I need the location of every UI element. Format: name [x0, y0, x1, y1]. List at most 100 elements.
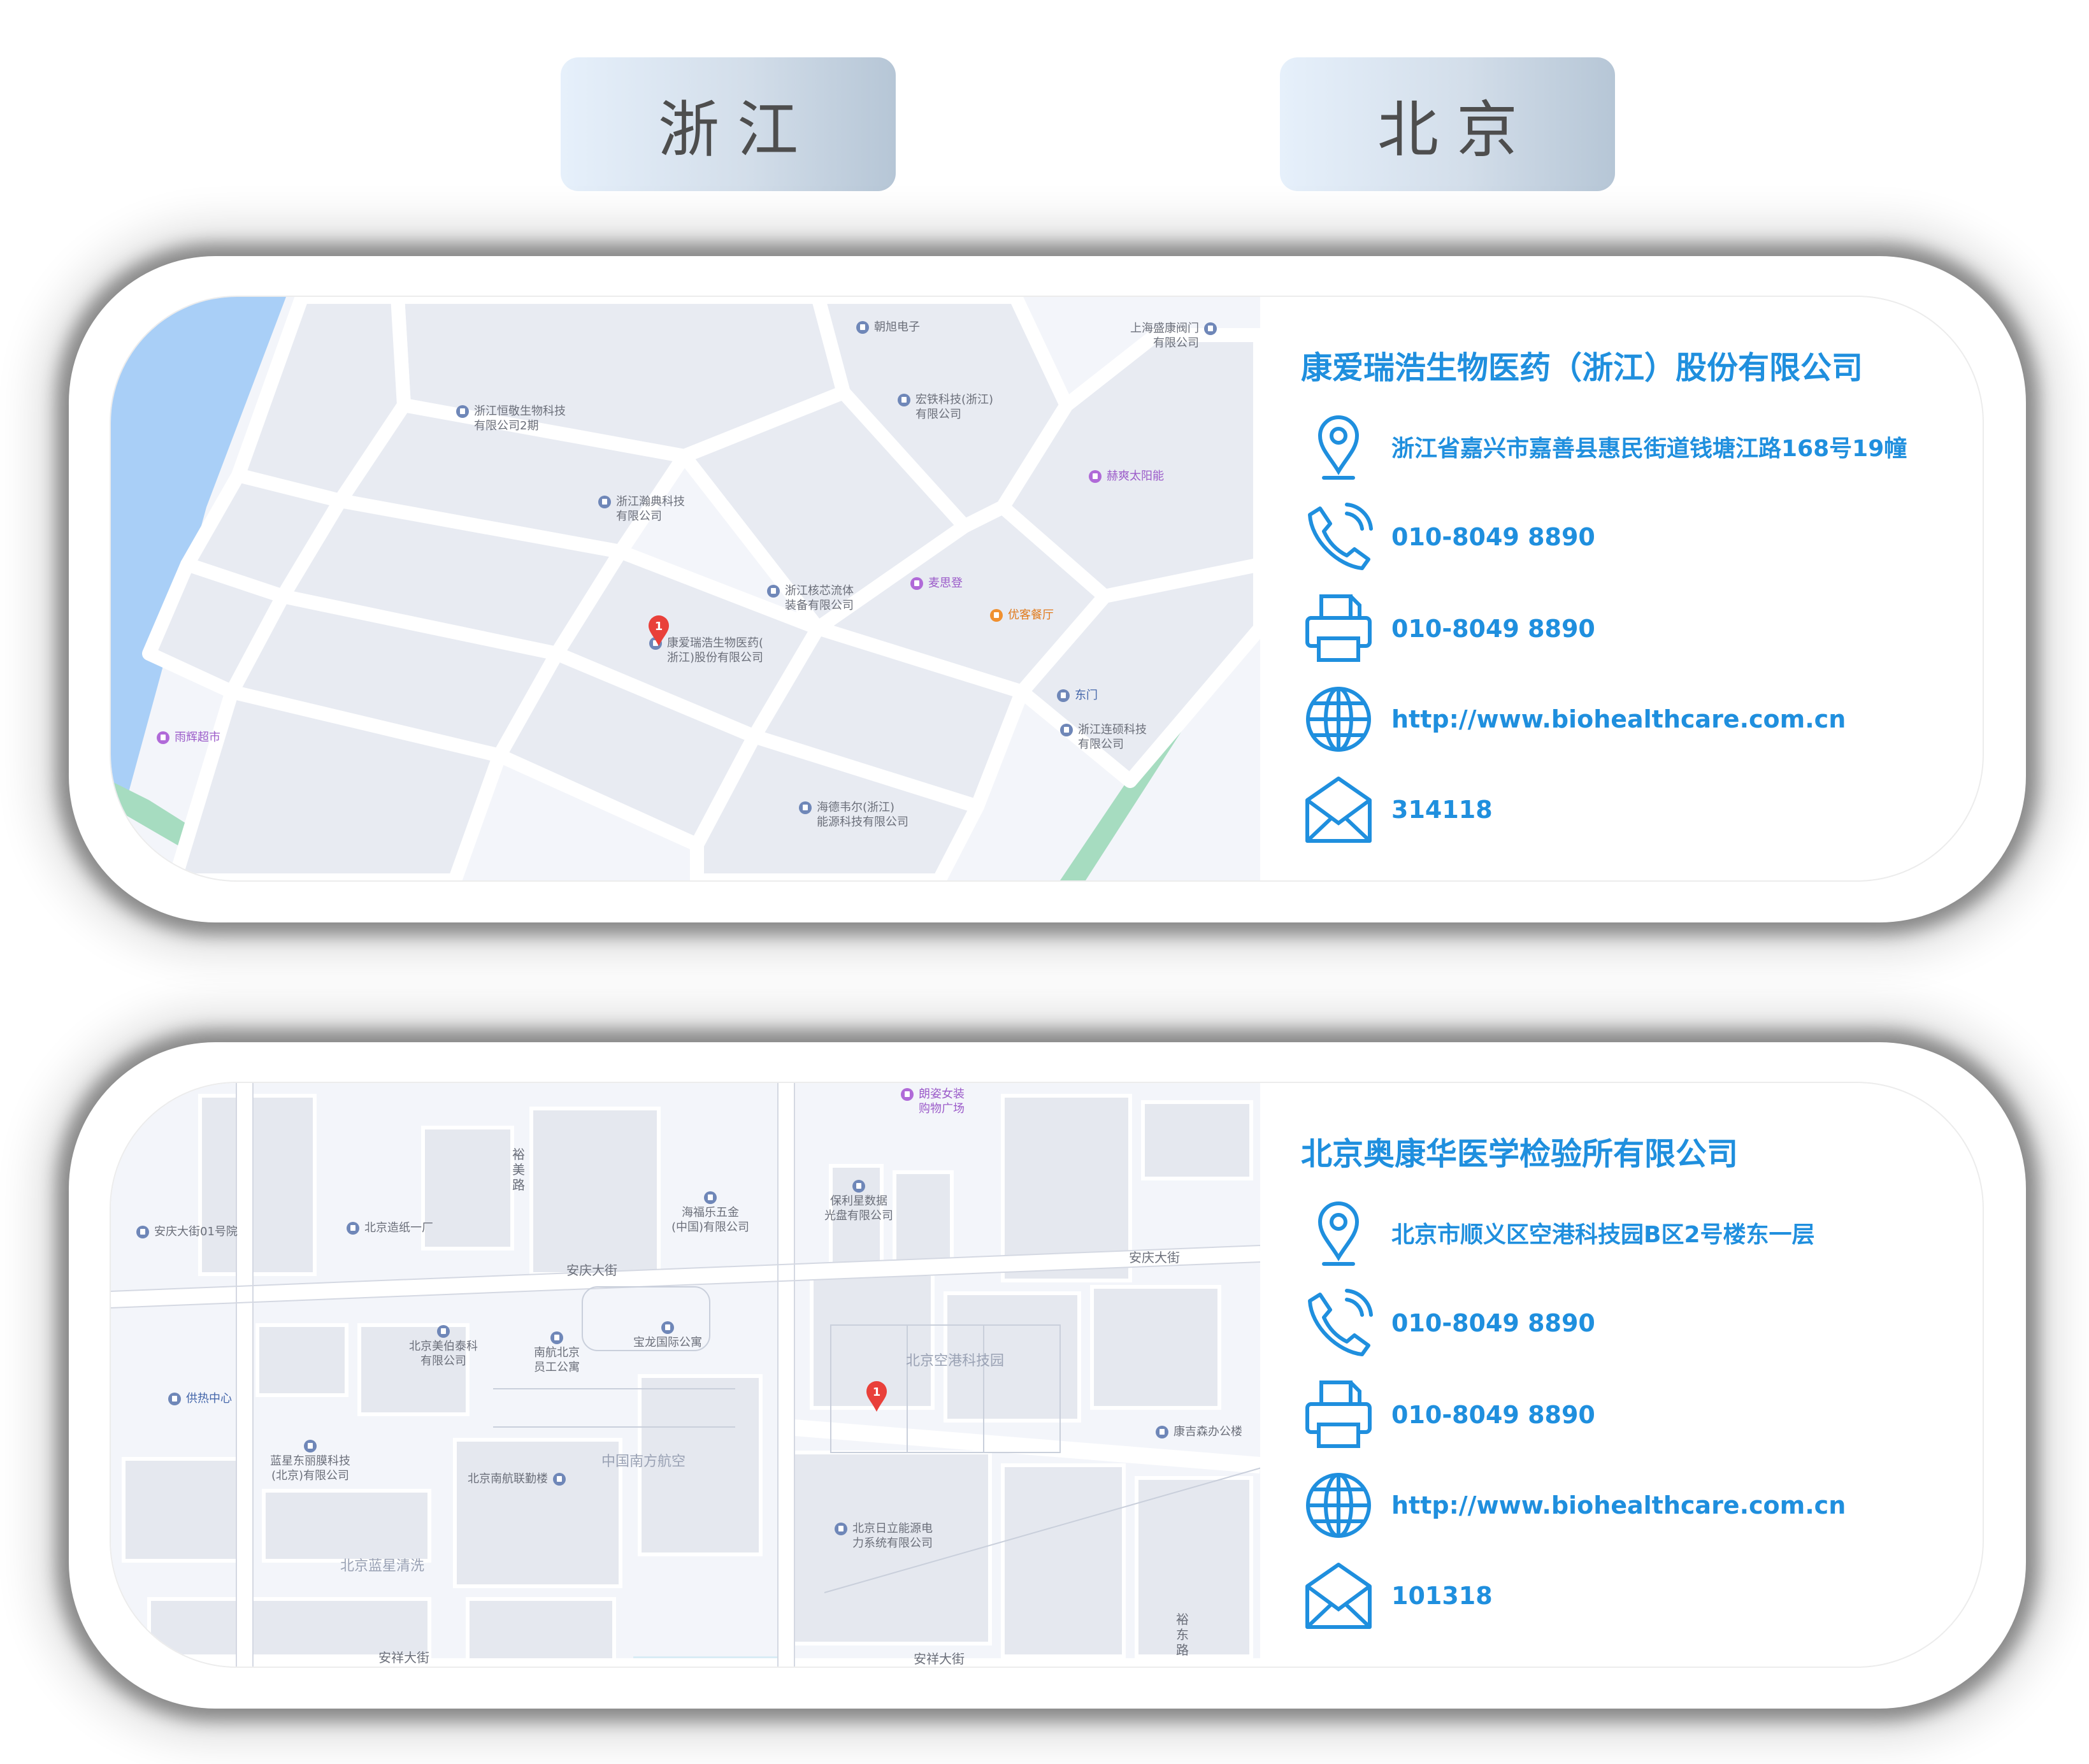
fax-printer-icon: [1305, 1380, 1372, 1448]
tab-label: 北京: [1377, 94, 1535, 166]
road-label: 安祥大街: [378, 1650, 429, 1665]
beijing-contact-info: 北京奥康华医学检验所有限公司 北京市顺义区空港科技园B区2号楼东一层 010-8…: [1260, 1083, 1983, 1667]
location-pin-icon: [1317, 1201, 1360, 1266]
poi-marker[interactable]: 浙江核芯流体 装备有限公司: [767, 584, 854, 613]
area-label: 中国南方航空: [601, 1454, 686, 1470]
tab-zhejiang[interactable]: 浙江: [561, 57, 896, 191]
phone-icon: [1308, 503, 1373, 570]
building-icon: [898, 394, 910, 406]
phone-text: 010-8049 8890: [1391, 1309, 1595, 1337]
postcode-text: 314118: [1391, 796, 1493, 824]
globe-icon: [1306, 687, 1371, 752]
website-link[interactable]: http://www.biohealthcare.com.cn: [1391, 705, 1846, 733]
fax-row: 010-8049 8890: [1301, 591, 1595, 666]
shop-icon: [901, 1088, 914, 1101]
building-icon: [852, 1180, 865, 1193]
poi-marker[interactable]: 安庆大街01号院: [136, 1224, 238, 1239]
building-icon: [799, 801, 812, 814]
poi-marker[interactable]: 朝旭电子: [856, 320, 920, 334]
poi-marker[interactable]: 麦思登: [910, 576, 963, 591]
poi-marker[interactable]: 康吉森办公楼: [1156, 1424, 1242, 1439]
fax-printer-icon: [1305, 594, 1372, 662]
website-row[interactable]: http://www.biohealthcare.com.cn: [1301, 682, 1846, 757]
envelope-icon: [1305, 777, 1372, 843]
poi-marker[interactable]: 北京南航联勤楼: [468, 1472, 566, 1486]
address-row: 北京市顺义区空港科技园B区2号楼东一层: [1301, 1195, 1815, 1270]
poi-marker[interactable]: 供热中心: [168, 1391, 232, 1406]
zhejiang-location-card: 朝旭电子 上海盛康阀门 有限公司 浙江恒敬生物科技 有限公司2期 宏铁科技(浙江…: [69, 256, 2026, 922]
address-row: 浙江省嘉兴市嘉善县惠民街道钱塘江路168号19幢: [1301, 409, 1907, 484]
website-row[interactable]: http://www.biohealthcare.com.cn: [1301, 1468, 1846, 1543]
building-icon: [767, 585, 780, 598]
building-icon: [1156, 1426, 1168, 1438]
poi-marker[interactable]: 东门: [1057, 688, 1098, 703]
beijing-map[interactable]: 朗姿女装 购物广场 保利星数据 光盘有限公司 海福乐五金 (中国)有限公司 安庆…: [111, 1083, 1260, 1667]
postcode-text: 101318: [1391, 1582, 1493, 1610]
poi-marker[interactable]: 上海盛康阀门 有限公司: [1130, 321, 1217, 350]
poi-marker[interactable]: 优客餐厅: [990, 608, 1054, 622]
poi-marker[interactable]: 南航北京 员工公寓: [534, 1330, 580, 1375]
building-icon: [553, 1473, 566, 1486]
building-icon: [437, 1325, 450, 1338]
zhejiang-map[interactable]: 朝旭电子 上海盛康阀门 有限公司 浙江恒敬生物科技 有限公司2期 宏铁科技(浙江…: [111, 297, 1260, 880]
zhejiang-map-canvas: [111, 297, 1260, 880]
company-name: 康爱瑞浩生物医药（浙江）股份有限公司: [1301, 350, 1863, 386]
website-link[interactable]: http://www.biohealthcare.com.cn: [1391, 1491, 1846, 1519]
road-label: 安庆大街: [1129, 1250, 1180, 1265]
building-icon: [304, 1440, 317, 1452]
poi-marker[interactable]: 浙江恒敬生物科技 有限公司2期: [456, 404, 566, 433]
heating-icon: [168, 1393, 181, 1405]
poi-marker[interactable]: 雨辉超市: [157, 730, 220, 745]
pin-number: 1: [655, 620, 663, 633]
postcode-row: 101318: [1301, 1558, 1493, 1633]
phone-row[interactable]: 010-8049 8890: [1301, 499, 1595, 575]
restaurant-icon: [990, 609, 1003, 622]
building-icon: [347, 1222, 359, 1235]
area-label: 北京空港科技园: [906, 1353, 1005, 1369]
card-inner-frame: 朝旭电子 上海盛康阀门 有限公司 浙江恒敬生物科技 有限公司2期 宏铁科技(浙江…: [110, 296, 1984, 882]
fax-row: 010-8049 8890: [1301, 1377, 1595, 1452]
poi-marker[interactable]: 海德韦尔(浙江) 能源科技有限公司: [799, 800, 908, 829]
poi-marker[interactable]: 赫爽太阳能: [1089, 469, 1164, 484]
address-text: 浙江省嘉兴市嘉善县惠民街道钱塘江路168号19幢: [1391, 436, 1907, 462]
company-name: 北京奥康华医学检验所有限公司: [1301, 1136, 1739, 1172]
phone-row[interactable]: 010-8049 8890: [1301, 1286, 1595, 1361]
poi-marker[interactable]: 蓝星东丽膜科技 (北京)有限公司: [270, 1438, 350, 1483]
building-icon: [835, 1523, 847, 1535]
poi-marker[interactable]: 北京美伯泰科 有限公司: [409, 1324, 478, 1368]
tab-beijing[interactable]: 北京: [1280, 57, 1615, 191]
poi-marker[interactable]: 浙江瀚典科技 有限公司: [598, 494, 685, 524]
poi-marker[interactable]: 宝龙国际公寓: [633, 1320, 702, 1350]
road-label: 安庆大街: [566, 1263, 617, 1278]
card-inner-frame: 朗姿女装 购物广场 保利星数据 光盘有限公司 海福乐五金 (中国)有限公司 安庆…: [110, 1082, 1984, 1668]
building-icon: [598, 496, 611, 508]
beijing-location-card: 朗姿女装 购物广场 保利星数据 光盘有限公司 海福乐五金 (中国)有限公司 安庆…: [69, 1042, 2026, 1709]
postcode-row: 314118: [1301, 772, 1493, 847]
road-label: 裕 东 路: [1176, 1612, 1189, 1658]
building-icon: [1060, 724, 1073, 736]
zhejiang-contact-info: 康爱瑞浩生物医药（浙江）股份有限公司 浙江省嘉兴市嘉善县惠民街道钱塘江路168号…: [1260, 297, 1983, 880]
road-label: 安祥大街: [914, 1651, 965, 1667]
poi-marker[interactable]: 海福乐五金 (中国)有限公司: [671, 1190, 749, 1235]
phone-text: 010-8049 8890: [1391, 523, 1595, 551]
road-label: 裕 美 路: [512, 1147, 525, 1193]
poi-marker[interactable]: 北京造纸一厂: [347, 1221, 433, 1235]
shop-icon: [910, 577, 923, 590]
poi-marker[interactable]: 保利星数据 光盘有限公司: [824, 1179, 893, 1223]
address-text: 北京市顺义区空港科技园B区2号楼东一层: [1391, 1222, 1815, 1248]
beijing-map-canvas: [111, 1083, 1260, 1667]
area-label: 北京蓝星清洗: [340, 1558, 425, 1574]
poi-marker[interactable]: 朗姿女装 购物广场: [901, 1087, 965, 1116]
building-icon: [550, 1331, 563, 1344]
fax-text: 010-8049 8890: [1391, 615, 1595, 643]
poi-marker[interactable]: 北京日立能源电 力系统有限公司: [835, 1521, 933, 1551]
poi-marker[interactable]: 宏铁科技(浙江) 有限公司: [898, 392, 993, 422]
building-icon: [704, 1191, 717, 1204]
fax-text: 010-8049 8890: [1391, 1401, 1595, 1429]
globe-icon: [1306, 1473, 1371, 1538]
tab-label: 浙江: [658, 94, 816, 166]
building-icon: [456, 405, 469, 418]
building-icon: [856, 321, 869, 334]
poi-marker[interactable]: 浙江连硕科技 有限公司: [1060, 722, 1147, 752]
phone-icon: [1308, 1289, 1373, 1356]
